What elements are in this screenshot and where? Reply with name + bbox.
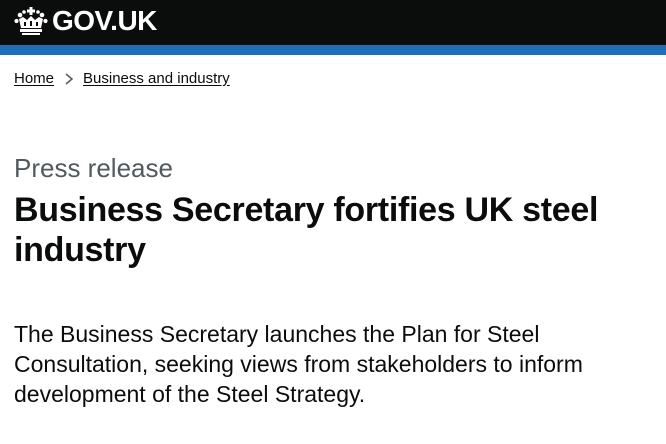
breadcrumb-business-link[interactable]: Business and industry (83, 70, 230, 87)
page-caption: Press release (14, 153, 173, 183)
govuk-logo-text: GOV.UK (52, 5, 157, 36)
page-title: Business Secretary fortifies UK steel in… (14, 191, 599, 269)
breadcrumb: Home Business and industry (14, 70, 230, 87)
header-blue-stripe (0, 45, 666, 55)
govuk-logo-link[interactable]: GOV.UK (14, 4, 157, 38)
crown-icon (14, 7, 48, 35)
lead-paragraph: The Business Secretary launches the Plan… (14, 321, 583, 407)
site-header: GOV.UK (0, 0, 666, 45)
chevron-right-icon (65, 72, 74, 85)
breadcrumb-home-link[interactable]: Home (14, 70, 54, 87)
